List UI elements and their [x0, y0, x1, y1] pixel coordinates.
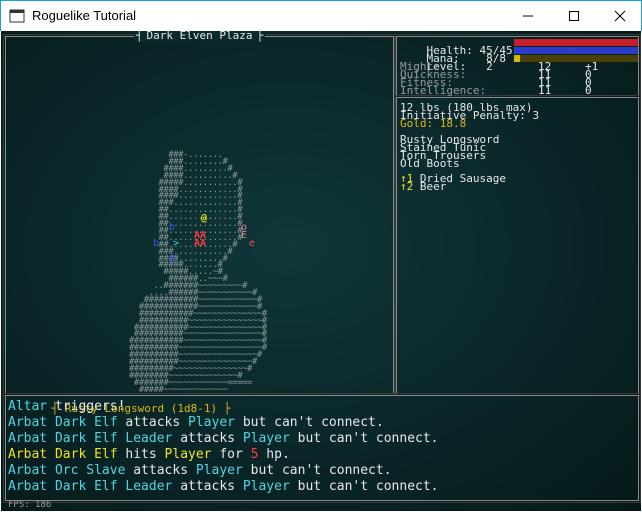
mana-bar [514, 47, 638, 54]
log-segment: hits [117, 447, 165, 462]
log-segment: attacks [172, 431, 243, 446]
minimize-button[interactable] [505, 1, 551, 31]
log-segment: triggers! [47, 399, 126, 414]
log-segment: Arbat Dark Elf [8, 415, 118, 430]
map-title-bar: ┤ Dark Elven Plaza ├ [133, 31, 266, 42]
log-message: Arbat Dark Elf Leader attacks Player but… [8, 431, 439, 447]
log-segment: attacks [117, 415, 189, 430]
log-segment: but can't connect. [289, 431, 439, 446]
log-message: Arbat Dark Elf Leader attacks Player but… [8, 479, 439, 495]
level-value: 2 [486, 60, 493, 73]
maximize-button[interactable] [551, 1, 597, 31]
log-segment: but can't connect. [242, 463, 392, 478]
arrow-glyph[interactable]: > [173, 239, 179, 249]
log-segment: Arbat Dark Elf [8, 447, 118, 462]
gold-text: Gold: 18.8 [400, 117, 467, 130]
log-segment: Player [242, 479, 290, 494]
close-button[interactable] [597, 1, 642, 31]
window-title: Roguelike Tutorial [32, 8, 137, 23]
attribute-bonus: 0 [585, 84, 592, 97]
log-segment: Altar [8, 399, 48, 414]
log-segment: Player [164, 447, 212, 462]
log-segment: attacks [172, 479, 243, 494]
attribute-label: Intelligence: [400, 84, 487, 97]
log-segment: Arbat Orc Slave [8, 463, 126, 478]
consumable-item[interactable]: ↑2 Beer [400, 180, 447, 193]
log-segment: but can't connect. [235, 415, 384, 430]
ally-glyph-1[interactable]: b [169, 223, 175, 233]
enemy-glyph-e[interactable]: e [249, 239, 255, 249]
log-segment: hp. [258, 447, 290, 462]
close-icon [614, 10, 626, 22]
log-segment: for [211, 447, 251, 462]
log-segment: Player [242, 431, 290, 446]
log-message: Altar triggers! [8, 399, 125, 415]
consumable-label: Beer [413, 180, 447, 193]
ally-glyph-2[interactable]: b [153, 239, 159, 249]
game-viewport[interactable]: ┤ Dark Elven Plaza ├ ###-....... ###......… [1, 31, 641, 511]
log-segment: Arbat Dark Elf Leader [8, 431, 173, 446]
log-message: Arbat Orc Slave attacks Player but can't… [8, 463, 392, 479]
enemy-glyph-E[interactable]: E [241, 231, 247, 241]
equipment-item[interactable]: Old Boots [400, 158, 460, 169]
map-title: Dark Elven Plaza [144, 31, 255, 42]
attribute-row: Intelligence: [400, 84, 487, 97]
app-icon [9, 9, 25, 23]
log-message: Arbat Dark Elf attacks Player but can't … [8, 415, 384, 431]
health-bar [514, 39, 638, 46]
log-segment: attacks [125, 463, 196, 478]
log-segment: but can't connect. [289, 479, 439, 494]
window-titlebar[interactable]: Roguelike Tutorial [0, 0, 642, 31]
xp-bar [514, 55, 638, 62]
attribute-value: 11 [538, 84, 552, 97]
item-glyph-g[interactable]: G [169, 255, 175, 265]
consumable-hotkey: ↑2 [400, 180, 414, 193]
fps-counter: FPS: 186 [8, 500, 52, 510]
enemy-group-2[interactable]: AA [194, 239, 206, 249]
maximize-icon [569, 11, 579, 21]
log-segment: Arbat Dark Elf Leader [8, 479, 173, 494]
player-glyph[interactable]: @ [201, 214, 207, 224]
log-segment: Player [188, 415, 235, 430]
log-segment: Player [195, 463, 243, 478]
minimize-icon [523, 15, 533, 17]
log-message: Arbat Dark Elf hits Player for 5 hp. [8, 447, 290, 463]
